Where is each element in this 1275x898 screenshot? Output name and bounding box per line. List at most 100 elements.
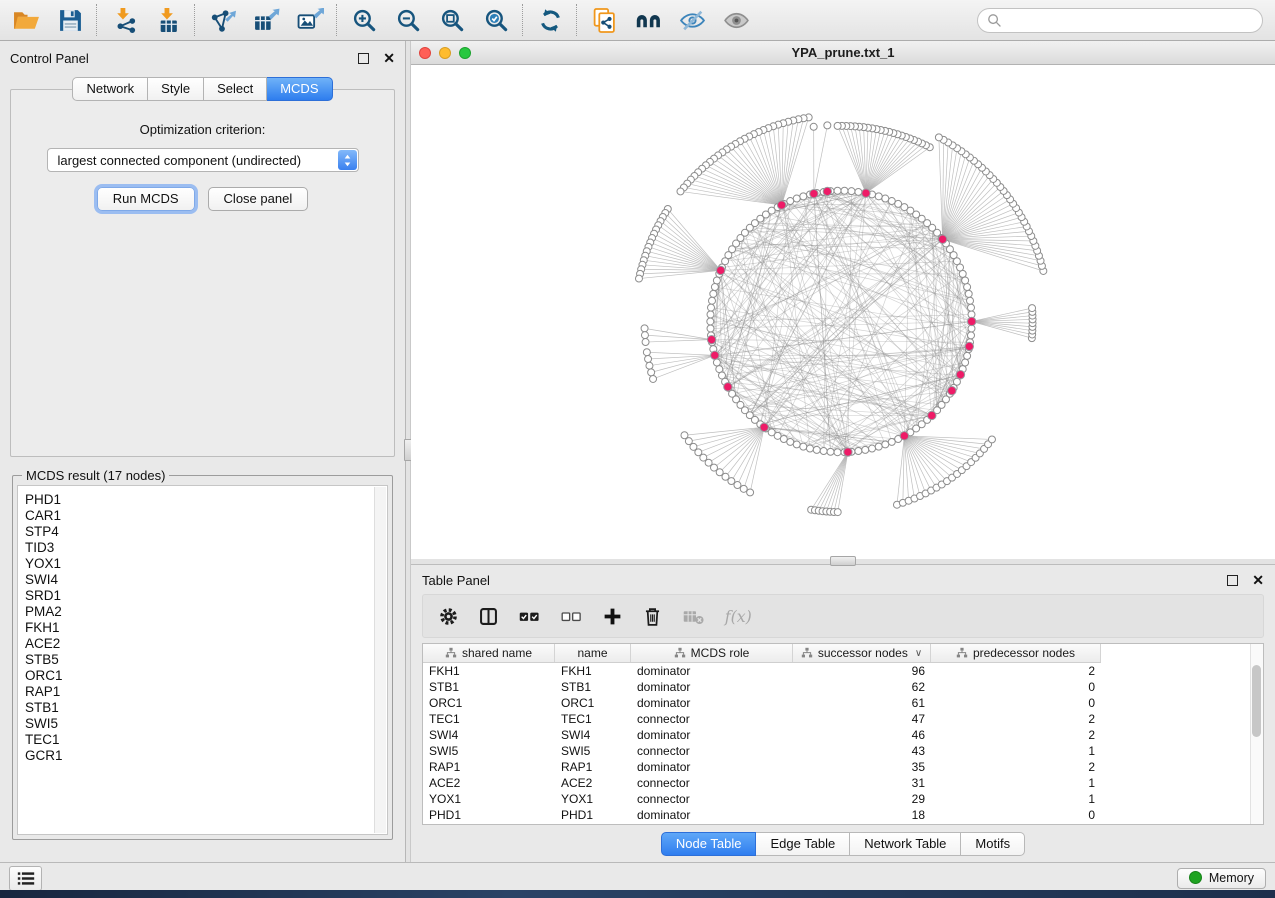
column-header[interactable]: name — [555, 644, 631, 662]
toolbar-separator — [576, 4, 578, 36]
column-header[interactable]: MCDS role — [631, 644, 793, 662]
table-row[interactable]: RAP1RAP1dominator352 — [423, 759, 1263, 775]
table-body: FKH1FKH1dominator962STB1STB1dominator620… — [423, 663, 1263, 823]
network-from-selection-icon[interactable] — [590, 6, 618, 34]
memory-button[interactable]: Memory — [1177, 868, 1266, 889]
mcds-node-item[interactable]: RAP1 — [25, 684, 373, 700]
column-label: name — [577, 646, 607, 660]
mcds-node-item[interactable]: STB5 — [25, 652, 373, 668]
mcds-node-item[interactable]: TEC1 — [25, 732, 373, 748]
table-cell: FKH1 — [555, 664, 631, 678]
table-row[interactable]: SWI5SWI5connector431 — [423, 743, 1263, 759]
gear-icon[interactable] — [438, 604, 459, 628]
tab-node-table[interactable]: Node Table — [661, 832, 757, 856]
add-column-icon[interactable] — [602, 604, 623, 628]
open-session-icon[interactable] — [12, 6, 40, 34]
export-network-icon[interactable] — [208, 6, 236, 34]
control-panel: Control Panel ✕ NetworkStyleSelectMCDS O… — [0, 41, 405, 862]
bird-eye-view-icon[interactable] — [722, 6, 750, 34]
delete-table-icon — [682, 604, 705, 628]
table-row[interactable]: SWI4SWI4dominator462 — [423, 727, 1263, 743]
scrollbar-thumb[interactable] — [1252, 665, 1261, 737]
column-header[interactable]: shared name — [423, 644, 555, 662]
tab-edge-table[interactable]: Edge Table — [756, 832, 850, 856]
mcds-list-scrollbar[interactable] — [374, 487, 386, 833]
mcds-node-item[interactable]: YOX1 — [25, 556, 373, 572]
select-all-icon[interactable] — [518, 604, 541, 628]
window-maximize-button[interactable] — [459, 47, 471, 59]
tab-mcds[interactable]: MCDS — [267, 77, 332, 101]
mcds-node-item[interactable]: ACE2 — [25, 636, 373, 652]
table-row[interactable]: PHD1PHD1dominator180 — [423, 807, 1263, 823]
float-panel-icon[interactable] — [1227, 575, 1238, 586]
show-hide-graphics-icon[interactable] — [678, 6, 706, 34]
export-image-icon[interactable] — [296, 6, 324, 34]
table-row[interactable]: FKH1FKH1dominator962 — [423, 663, 1263, 679]
main-toolbar — [0, 0, 1275, 41]
table-row[interactable]: TEC1TEC1connector472 — [423, 711, 1263, 727]
mcds-node-item[interactable]: STB1 — [25, 700, 373, 716]
table-row[interactable]: STB1STB1dominator620 — [423, 679, 1263, 695]
mcds-node-item[interactable]: SRD1 — [25, 588, 373, 604]
mcds-node-item[interactable]: STP4 — [25, 524, 373, 540]
import-network-icon[interactable] — [110, 6, 138, 34]
window-minimize-button[interactable] — [439, 47, 451, 59]
close-panel-button[interactable]: Close panel — [208, 187, 309, 211]
delete-column-icon[interactable] — [642, 604, 663, 628]
splitter-grip-icon[interactable] — [830, 556, 856, 566]
window-close-button[interactable] — [419, 47, 431, 59]
first-neighbors-icon[interactable] — [634, 6, 662, 34]
tab-motifs[interactable]: Motifs — [961, 832, 1025, 856]
close-panel-icon[interactable]: ✕ — [1252, 573, 1264, 587]
table-cell: 0 — [931, 696, 1101, 710]
mcds-node-item[interactable]: ORC1 — [25, 668, 373, 684]
task-history-button[interactable] — [9, 866, 42, 891]
tab-network[interactable]: Network — [72, 77, 148, 101]
table-cell: dominator — [631, 728, 793, 742]
tab-style[interactable]: Style — [148, 77, 204, 101]
table-cell: 47 — [793, 712, 931, 726]
panel-splitter-horizontal[interactable] — [411, 559, 1275, 565]
zoom-in-icon[interactable] — [350, 6, 378, 34]
table-cell: 18 — [793, 808, 931, 822]
mcds-node-item[interactable]: FKH1 — [25, 620, 373, 636]
deselect-all-icon[interactable] — [560, 604, 583, 628]
float-panel-icon[interactable] — [358, 53, 369, 64]
mcds-node-item[interactable]: PHD1 — [25, 492, 373, 508]
close-panel-icon[interactable]: ✕ — [383, 51, 395, 65]
table-row[interactable]: ORC1ORC1dominator610 — [423, 695, 1263, 711]
optimization-select[interactable]: largest connected component (undirected) — [47, 148, 359, 172]
save-session-icon[interactable] — [56, 6, 84, 34]
zoom-selected-icon[interactable] — [482, 6, 510, 34]
tab-select[interactable]: Select — [204, 77, 267, 101]
import-table-icon[interactable] — [154, 6, 182, 34]
mcds-node-item[interactable]: GCR1 — [25, 748, 373, 764]
refresh-layout-icon[interactable] — [536, 6, 564, 34]
mcds-node-item[interactable]: CAR1 — [25, 508, 373, 524]
export-table-icon[interactable] — [252, 6, 280, 34]
table-cell: 0 — [931, 808, 1101, 822]
run-mcds-button[interactable]: Run MCDS — [97, 187, 195, 211]
tab-network-table[interactable]: Network Table — [850, 832, 961, 856]
optimization-label: Optimization criterion: — [11, 122, 394, 137]
columns-icon[interactable] — [478, 604, 499, 628]
mcds-result-list[interactable]: PHD1CAR1STP4TID3YOX1SWI4SRD1PMA2FKH1ACE2… — [17, 485, 388, 835]
toolbar-icon-groups — [12, 4, 766, 36]
zoom-fit-icon[interactable] — [438, 6, 466, 34]
node-table: shared name name MCDS rolesuccessor nodes∨… — [422, 643, 1264, 825]
network-canvas[interactable] — [411, 65, 1275, 559]
column-header[interactable]: predecessor nodes — [931, 644, 1101, 662]
column-header[interactable]: successor nodes∨ — [793, 644, 931, 662]
table-cell: connector — [631, 712, 793, 726]
mcds-node-item[interactable]: PMA2 — [25, 604, 373, 620]
column-label: predecessor nodes — [973, 646, 1075, 660]
table-row[interactable]: ACE2ACE2connector311 — [423, 775, 1263, 791]
mcds-node-item[interactable]: SWI4 — [25, 572, 373, 588]
svg-text:f(x): f(x) — [724, 607, 752, 626]
table-row[interactable]: YOX1YOX1connector291 — [423, 791, 1263, 807]
mcds-node-item[interactable]: TID3 — [25, 540, 373, 556]
table-scrollbar[interactable] — [1250, 644, 1263, 824]
zoom-out-icon[interactable] — [394, 6, 422, 34]
search-input[interactable] — [977, 8, 1263, 33]
mcds-node-item[interactable]: SWI5 — [25, 716, 373, 732]
